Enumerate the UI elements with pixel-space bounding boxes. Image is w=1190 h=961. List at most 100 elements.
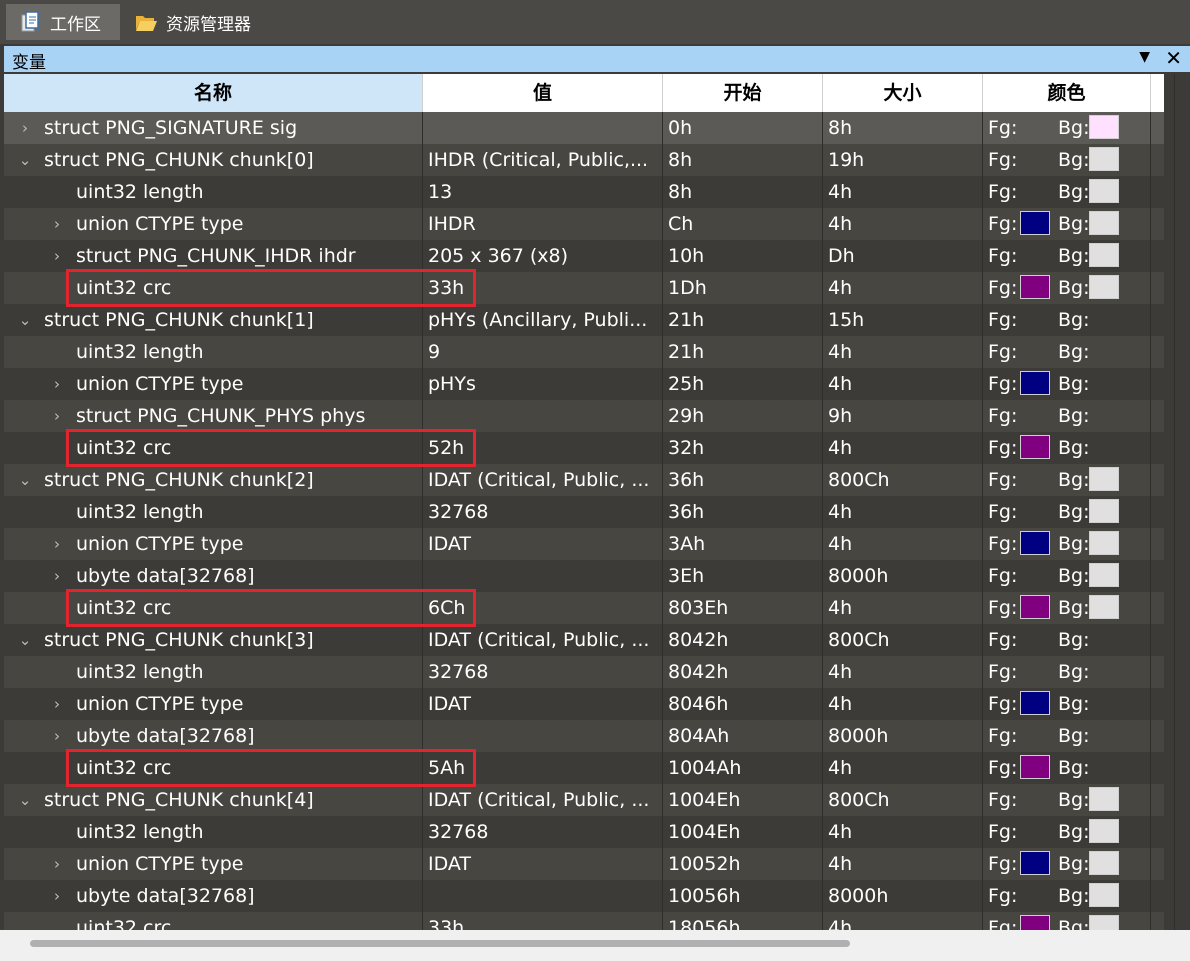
table-row[interactable]: uint32 length 32768 36h 4h Fg: Bg:	[4, 496, 1164, 528]
table-row[interactable]: › struct PNG_CHUNK_IHDR ihdr 205 x 367 (x8…	[4, 240, 1164, 272]
bg-color-swatch[interactable]	[1089, 883, 1119, 907]
fg-color-swatch[interactable]	[1020, 595, 1050, 619]
cell-start: 1004Eh	[663, 816, 823, 848]
cell-value	[423, 720, 663, 752]
cell-start: 29h	[663, 400, 823, 432]
column-header-name[interactable]: 名称	[4, 74, 423, 112]
column-header-start[interactable]: 开始	[663, 74, 823, 112]
tab-resource-manager[interactable]: 资源管理器	[130, 4, 251, 40]
cell-color: Fg: Bg:	[983, 624, 1151, 656]
cell-color: Fg: Bg:	[983, 720, 1151, 752]
close-icon[interactable]: ✕	[1165, 46, 1182, 70]
dropdown-arrow-icon[interactable]: ▼	[1139, 49, 1150, 65]
bg-color-swatch[interactable]	[1089, 211, 1119, 235]
table-row[interactable]: ⌄ struct PNG_CHUNK chunk[2] IDAT (Critical…	[4, 464, 1164, 496]
bg-color-swatch[interactable]	[1089, 499, 1119, 523]
table-row[interactable]: › union CTYPE type IDAT 8046h 4h Fg: Bg:	[4, 688, 1164, 720]
bg-label: Bg:	[1058, 885, 1090, 907]
bg-color-swatch[interactable]	[1089, 275, 1119, 299]
fg-color-swatch[interactable]	[1020, 371, 1050, 395]
fg-color-swatch[interactable]	[1020, 211, 1050, 235]
cell-size: 8h	[823, 112, 983, 144]
cell-color: Fg: Bg:	[983, 816, 1151, 848]
cell-size: 4h	[823, 656, 983, 688]
cell-start: 8h	[663, 144, 823, 176]
fg-color-swatch[interactable]	[1020, 755, 1050, 779]
table-row[interactable]: uint32 crc 5Ah 1004Ah 4h Fg: Bg:	[4, 752, 1164, 784]
table-row[interactable]: ⌄ struct PNG_CHUNK chunk[0] IHDR (Critical…	[4, 144, 1164, 176]
bg-label: Bg:	[1058, 405, 1090, 427]
horizontal-scrollbar-thumb[interactable]	[30, 940, 850, 947]
table-row[interactable]: uint32 length 9 21h 4h Fg: Bg:	[4, 336, 1164, 368]
bg-color-swatch[interactable]	[1089, 467, 1119, 491]
cell-start: Ch	[663, 208, 823, 240]
fg-color-swatch[interactable]	[1020, 275, 1050, 299]
table-row[interactable]: uint32 length 13 8h 4h Fg: Bg:	[4, 176, 1164, 208]
cell-start: 21h	[663, 336, 823, 368]
bg-color-swatch[interactable]	[1089, 179, 1119, 203]
table-row[interactable]: › struct PNG_CHUNK_PHYS phys 29h 9h Fg: Bg:	[4, 400, 1164, 432]
fg-label: Fg:	[988, 789, 1018, 811]
bg-color-swatch[interactable]	[1089, 819, 1119, 843]
cell-start: 1004Eh	[663, 784, 823, 816]
table-row[interactable]: › ubyte data[32768] 3Eh 8000h Fg: Bg:	[4, 560, 1164, 592]
table-row[interactable]: uint32 crc 33h 1Dh 4h Fg: Bg:	[4, 272, 1164, 304]
cell-color: Fg: Bg:	[983, 496, 1151, 528]
fg-color-swatch[interactable]	[1020, 851, 1050, 875]
column-header-value[interactable]: 值	[423, 74, 663, 112]
fg-label: Fg:	[988, 213, 1018, 235]
cell-value: 32768	[423, 816, 663, 848]
fg-color-swatch[interactable]	[1020, 531, 1050, 555]
table-row[interactable]: uint32 crc 52h 32h 4h Fg: Bg:	[4, 432, 1164, 464]
table-row[interactable]: uint32 length 32768 8042h 4h Fg: Bg:	[4, 656, 1164, 688]
column-header-color[interactable]: 颜色	[983, 74, 1151, 112]
cell-name: struct PNG_SIGNATURE sig	[44, 117, 298, 139]
table-row[interactable]: ⌄ struct PNG_CHUNK chunk[1] pHYs (Ancillar…	[4, 304, 1164, 336]
cell-size: 4h	[823, 208, 983, 240]
horizontal-scrollbar[interactable]	[0, 930, 1190, 961]
cell-start: 10h	[663, 240, 823, 272]
bg-color-swatch[interactable]	[1089, 851, 1119, 875]
folder-open-icon	[136, 16, 157, 31]
table-row[interactable]: › union CTYPE type pHYs 25h 4h Fg: Bg:	[4, 368, 1164, 400]
table-row[interactable]: › struct PNG_SIGNATURE sig 0h 8h Fg: Bg:	[4, 112, 1164, 144]
fg-label: Fg:	[988, 853, 1018, 875]
bg-color-swatch[interactable]	[1089, 595, 1119, 619]
bg-color-swatch[interactable]	[1089, 531, 1119, 555]
cell-value: IDAT (Critical, Public, ...	[423, 464, 663, 496]
tab-workspace[interactable]: 工作区	[6, 4, 120, 40]
cell-start: 10056h	[663, 880, 823, 912]
tab-label: 资源管理器	[166, 14, 251, 35]
table-row[interactable]: › union CTYPE type IDAT 10052h 4h Fg: Bg:	[4, 848, 1164, 880]
cell-size: 8000h	[823, 880, 983, 912]
bg-color-swatch[interactable]	[1089, 563, 1119, 587]
table-row[interactable]: › union CTYPE type IDAT 3Ah 4h Fg: Bg:	[4, 528, 1164, 560]
bg-color-swatch[interactable]	[1089, 243, 1119, 267]
cell-name: uint32 length	[76, 181, 204, 203]
cell-value	[423, 112, 663, 144]
cell-start: 1Dh	[663, 272, 823, 304]
table-row[interactable]: › ubyte data[32768] 10056h 8000h Fg: Bg:	[4, 880, 1164, 912]
bg-label: Bg:	[1058, 277, 1090, 299]
column-header-size[interactable]: 大小	[823, 74, 983, 112]
bg-color-swatch[interactable]	[1089, 787, 1119, 811]
table-row[interactable]: › union CTYPE type IHDR Ch 4h Fg: Bg:	[4, 208, 1164, 240]
table-row[interactable]: ⌄ struct PNG_CHUNK chunk[3] IDAT (Critical…	[4, 624, 1164, 656]
cell-color: Fg: Bg:	[983, 528, 1151, 560]
fg-color-swatch[interactable]	[1020, 435, 1050, 459]
cell-value: pHYs	[423, 368, 663, 400]
bg-color-swatch[interactable]	[1089, 147, 1119, 171]
fg-label: Fg:	[988, 501, 1018, 523]
table-row[interactable]: uint32 length 32768 1004Eh 4h Fg: Bg:	[4, 816, 1164, 848]
bg-color-swatch[interactable]	[1089, 115, 1119, 139]
table-row[interactable]: uint32 crc 6Ch 803Eh 4h Fg: Bg:	[4, 592, 1164, 624]
cell-color: Fg: Bg:	[983, 144, 1151, 176]
cell-value: 6Ch	[423, 592, 663, 624]
table-row[interactable]: › ubyte data[32768] 804Ah 8000h Fg: Bg:	[4, 720, 1164, 752]
cell-size: 800Ch	[823, 624, 983, 656]
cell-size: 4h	[823, 336, 983, 368]
cell-start: 8042h	[663, 656, 823, 688]
vertical-scrollbar[interactable]	[1164, 74, 1190, 930]
table-row[interactable]: ⌄ struct PNG_CHUNK chunk[4] IDAT (Critical…	[4, 784, 1164, 816]
fg-color-swatch[interactable]	[1020, 691, 1050, 715]
